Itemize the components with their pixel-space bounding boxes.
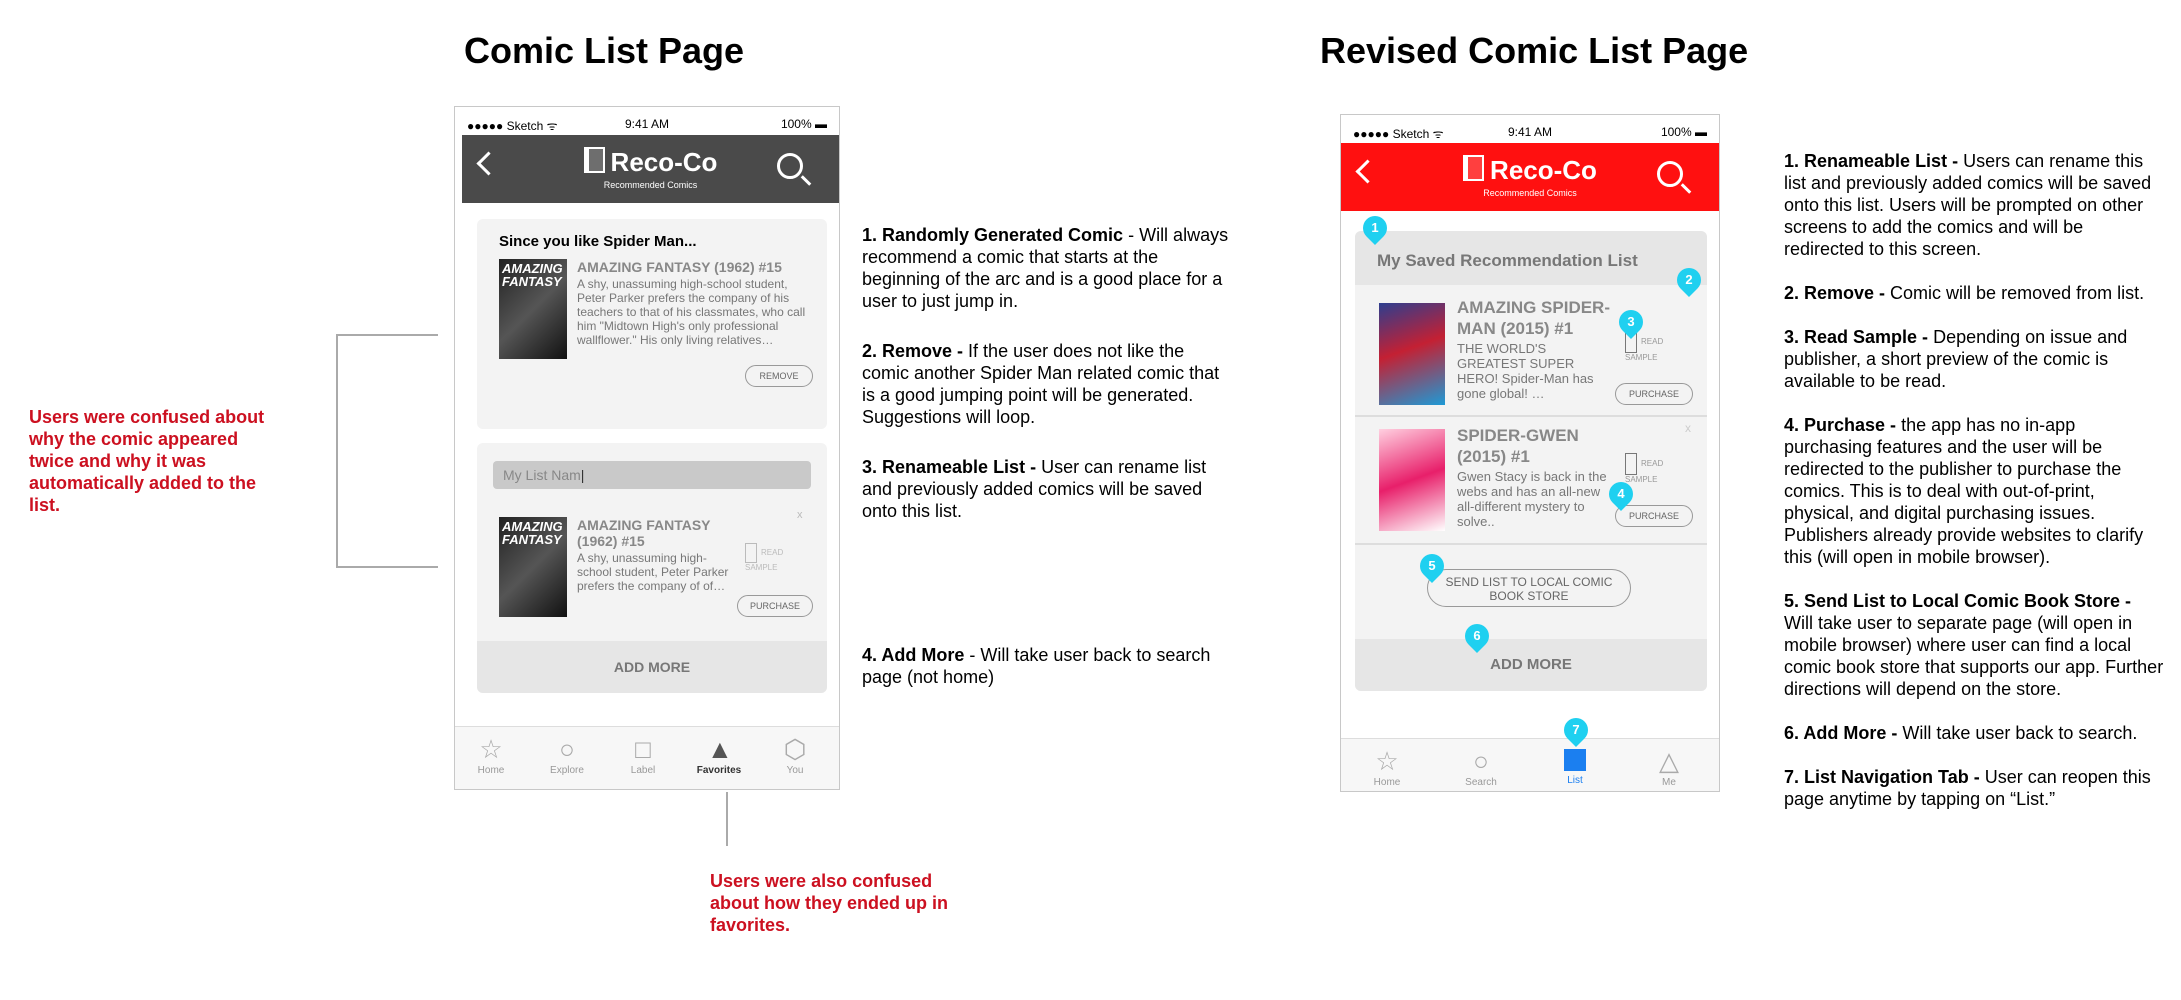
left-page-title: Comic List Page bbox=[464, 30, 745, 71]
close-icon[interactable]: x bbox=[797, 509, 803, 521]
old-note-3: 3. Renameable List - User can rename lis… bbox=[862, 457, 1207, 521]
book-icon bbox=[583, 147, 605, 173]
saved-list-card: My Saved Recommendation List AMAZING SPI… bbox=[1355, 231, 1707, 691]
star-icon: ☆ bbox=[1375, 746, 1399, 776]
connector-line bbox=[726, 792, 728, 846]
remove-button[interactable]: REMOVE bbox=[745, 365, 813, 387]
list-name-input[interactable]: My List Nam| bbox=[493, 461, 811, 489]
confusion-note-bottom: Users were also confused about how they … bbox=[710, 871, 948, 935]
hexagon-icon: ⬡ bbox=[783, 734, 807, 764]
tab-home[interactable]: ☆ Home bbox=[1357, 745, 1417, 788]
old-note-2: 2. Remove - If the user does not like th… bbox=[862, 341, 1220, 427]
book-icon bbox=[1463, 155, 1485, 181]
status-bar: ●●●●● Sketch ᯤ 9:41 AM 100% ▬ bbox=[455, 107, 839, 135]
read-sample-button[interactable]: READ SAMPLE bbox=[1625, 453, 1695, 484]
brand-tagline: Recommended Comics bbox=[603, 180, 698, 190]
new-note-2: 2. Remove - Comic will be removed from l… bbox=[1784, 283, 2145, 303]
new-note-6: 6. Add More - Will take user back to sea… bbox=[1784, 723, 2138, 743]
square-icon: □ bbox=[635, 734, 651, 764]
recommendation-card: Since you like Spider Man... AMAZING FAN… bbox=[477, 219, 827, 429]
tab-favorites[interactable]: ▲ Favorites bbox=[689, 733, 749, 776]
add-more-button[interactable]: ADD MORE bbox=[1355, 639, 1707, 691]
battery-label: 100% ▬ bbox=[780, 117, 827, 131]
new-note-5: 5. Send List to Local Comic Book Store -… bbox=[1784, 591, 2164, 699]
comic-description: Gwen Stacy is back in the webs and has a… bbox=[1457, 469, 1607, 529]
tab-you[interactable]: ⬡ You bbox=[765, 733, 825, 776]
new-note-3: 3. Read Sample - Depending on issue and … bbox=[1784, 327, 2128, 391]
comic-title: AMAZING SPIDER-MAN (2015) #1 bbox=[1457, 298, 1610, 338]
old-note-1: 1. Randomly Generated Comic - Will alway… bbox=[862, 225, 1229, 311]
right-page-title: Revised Comic List Page bbox=[1320, 30, 1749, 71]
new-nav-bar: Reco-Co Recommended Comics bbox=[1341, 143, 1719, 211]
annotation-pin-3: 3 bbox=[1614, 305, 1648, 339]
comic-cover[interactable]: AMAZING FANTASY bbox=[499, 517, 567, 617]
purchase-button[interactable]: PURCHASE bbox=[1615, 383, 1693, 405]
circle-icon: ○ bbox=[1473, 746, 1489, 776]
tab-search[interactable]: ○ Search bbox=[1451, 745, 1511, 788]
new-notes-list: 1. Renameable List - Users can rename th… bbox=[1784, 128, 2164, 832]
comic-cover[interactable]: AMAZING FANTASY bbox=[499, 259, 567, 359]
list-title[interactable]: My Saved Recommendation List bbox=[1377, 251, 1638, 271]
divider bbox=[1355, 415, 1707, 417]
purchase-button[interactable]: PURCHASE bbox=[1615, 505, 1693, 527]
tab-list[interactable]: List bbox=[1545, 745, 1605, 786]
new-note-1: 1. Renameable List - Users can rename th… bbox=[1784, 151, 2152, 259]
circle-icon: ○ bbox=[559, 734, 575, 764]
annotation-pin-4: 4 bbox=[1604, 477, 1638, 511]
tab-explore[interactable]: ○ Explore bbox=[537, 733, 597, 776]
purchase-button[interactable]: PURCHASE bbox=[737, 595, 813, 617]
brand-tagline: Recommended Comics bbox=[1483, 188, 1577, 198]
tab-me[interactable]: △ Me bbox=[1639, 745, 1699, 788]
old-phone-screen: ●●●●● Sketch ᯤ 9:41 AM 100% ▬ Reco-Co Re… bbox=[454, 106, 840, 790]
battery-label: 100% ▬ bbox=[1660, 125, 1707, 139]
square-icon bbox=[1564, 749, 1586, 771]
bracket-line bbox=[336, 334, 338, 568]
read-sample-button[interactable]: READ SAMPLE bbox=[745, 543, 805, 572]
annotation-pin-2: 2 bbox=[1672, 263, 1706, 297]
annotation-pin-1: 1 bbox=[1358, 211, 1392, 245]
annotation-pin-5: 5 bbox=[1415, 549, 1449, 583]
comic-description: A shy, unassuming high-school student, P… bbox=[577, 551, 729, 593]
add-more-button[interactable]: ADD MORE bbox=[477, 641, 827, 693]
tab-label[interactable]: □ Label bbox=[613, 733, 673, 776]
status-bar: ●●●●● Sketch ᯤ 9:41 AM 100% ▬ bbox=[1341, 115, 1719, 143]
comic-title: SPIDER-GWEN (2015) #1 bbox=[1457, 426, 1579, 466]
tab-bar: ☆ Home ○ Search List △ Me bbox=[1341, 738, 1719, 791]
annotation-pin-7: 7 bbox=[1559, 713, 1593, 747]
send-list-button[interactable]: SEND LIST TO LOCAL COMIC BOOK STORE bbox=[1427, 569, 1631, 607]
bracket-bottom bbox=[336, 566, 438, 568]
tab-bar: ☆ Home ○ Explore □ Label ▲ Favorites ⬡ You bbox=[455, 726, 839, 789]
comic-description: THE WORLD'S GREATEST SUPER HERO! Spider-… bbox=[1457, 341, 1594, 401]
bracket-top bbox=[336, 334, 438, 336]
old-nav-bar: Reco-Co Recommended Comics bbox=[462, 135, 839, 203]
star-icon: ☆ bbox=[479, 734, 503, 764]
comic-cover[interactable] bbox=[1379, 429, 1445, 531]
new-note-7: 7. List Navigation Tab - User can reopen… bbox=[1784, 767, 2151, 809]
confusion-note-left: Users were confused about why the comic … bbox=[29, 407, 265, 515]
comic-title: AMAZING FANTASY (1962) #15 bbox=[577, 259, 782, 275]
tab-home[interactable]: ☆ Home bbox=[461, 733, 521, 776]
saved-list-card: My List Nam| AMAZING FANTASY AMAZING FAN… bbox=[477, 443, 827, 693]
divider bbox=[1355, 543, 1707, 545]
search-icon[interactable] bbox=[777, 153, 803, 179]
new-phone-screen: ●●●●● Sketch ᯤ 9:41 AM 100% ▬ Reco-Co Re… bbox=[1340, 114, 1720, 792]
comic-description: A shy, unassuming high-school student, P… bbox=[577, 277, 806, 347]
comic-title: AMAZING FANTASY (1962) #15 bbox=[577, 517, 711, 549]
triangle-icon: △ bbox=[1659, 746, 1679, 776]
recommendation-heading: Since you like Spider Man... bbox=[499, 233, 697, 250]
annotation-pin-6: 6 bbox=[1460, 619, 1494, 653]
close-icon[interactable]: x bbox=[1685, 421, 1691, 435]
read-sample-button[interactable]: READ SAMPLE bbox=[1625, 331, 1695, 362]
new-note-4: 4. Purchase - the app has no in-app purc… bbox=[1784, 415, 2144, 567]
comic-cover[interactable] bbox=[1379, 303, 1445, 405]
triangle-icon: ▲ bbox=[707, 734, 733, 764]
old-note-4: 4. Add More - Will take user back to sea… bbox=[862, 645, 1211, 687]
search-icon[interactable] bbox=[1657, 161, 1683, 187]
